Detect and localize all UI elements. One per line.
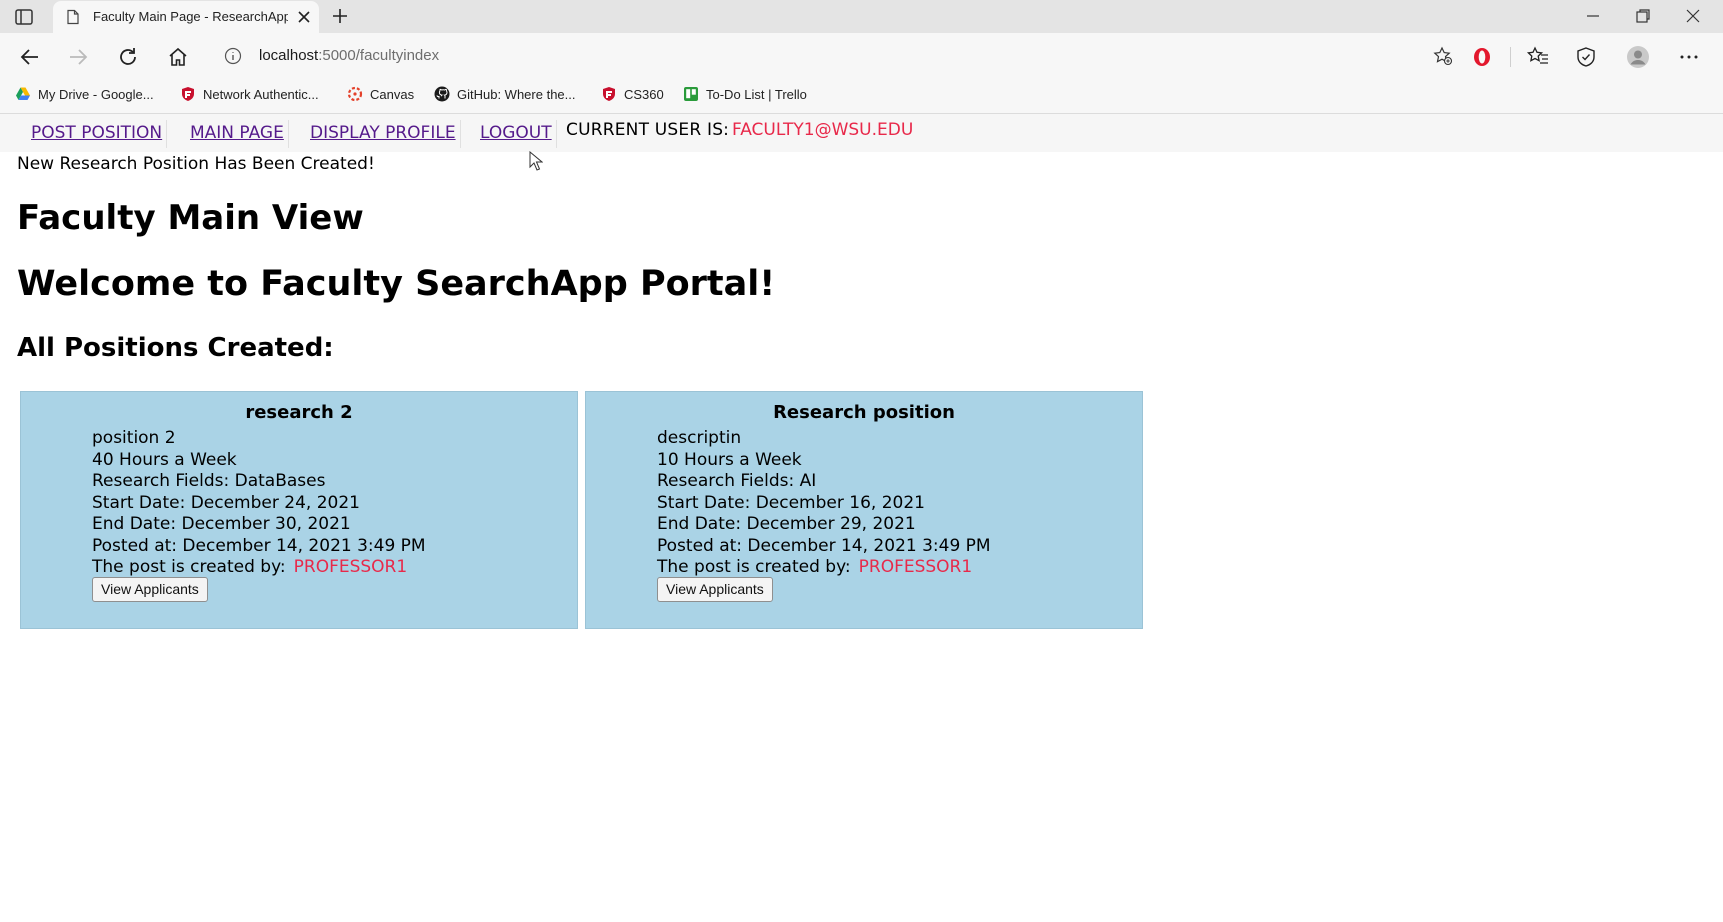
browser-tab-active[interactable]: Faculty Main Page - ResearchApp <box>53 1 319 33</box>
profile-avatar-icon[interactable] <box>1626 45 1650 69</box>
mouse-cursor-icon <box>529 151 543 171</box>
position-hours: 10 Hours a Week <box>657 449 802 470</box>
created-by-label: The post is created by: <box>657 557 851 577</box>
page-title: Faculty Main View <box>17 198 364 238</box>
nav-display-profile[interactable]: DISPLAY PROFILE <box>306 120 461 148</box>
info-icon[interactable] <box>224 47 242 65</box>
address-bar[interactable]: localhost:5000/facultyindex <box>212 39 1467 73</box>
position-hours: 40 Hours a Week <box>92 449 237 470</box>
position-posted-at: Posted at: December 14, 2021 3:49 PM <box>657 535 991 556</box>
position-card: research 2 position 2 40 Hours a Week Re… <box>20 391 578 629</box>
position-description: descriptin <box>657 428 742 448</box>
browser-toolbar: localhost:5000/facultyindex My Drive - G… <box>0 33 1723 113</box>
view-applicants-button[interactable]: View Applicants <box>657 577 773 602</box>
position-fields: Research Fields: DataBases <box>92 471 326 491</box>
refresh-icon[interactable] <box>116 45 140 69</box>
google-drive-icon <box>16 87 30 100</box>
positions-heading: All Positions Created: <box>17 333 334 363</box>
position-created-by: The post is created by: PROFESSOR1 <box>92 557 426 579</box>
address-url[interactable]: localhost:5000/facultyindex <box>259 47 439 64</box>
bookmark-label: Canvas <box>370 86 415 102</box>
close-window-icon[interactable] <box>1683 6 1703 26</box>
position-start-date: Start Date: December 16, 2021 <box>657 492 925 513</box>
trello-icon <box>684 87 698 101</box>
add-favorite-icon[interactable] <box>1433 46 1453 66</box>
bookmark-canvas[interactable]: Canvas <box>347 85 414 103</box>
flash-message: New Research Position Has Been Created! <box>17 154 375 174</box>
current-user-email: FACULTY1@WSU.EDU <box>732 120 914 140</box>
position-created-by: The post is created by: PROFESSOR1 <box>657 557 991 579</box>
bookmark-my-drive[interactable]: My Drive - Google... <box>15 85 154 103</box>
nav-main-page[interactable]: MAIN PAGE <box>186 120 289 148</box>
home-icon[interactable] <box>166 45 190 69</box>
created-by-user: PROFESSOR1 <box>858 557 973 577</box>
position-fields: Research Fields: AI <box>657 471 817 491</box>
position-end-date: End Date: December 30, 2021 <box>92 514 351 534</box>
back-icon[interactable] <box>18 45 42 69</box>
created-by-label: The post is created by: <box>92 557 286 577</box>
welcome-heading: Welcome to Faculty SearchApp Portal! <box>17 264 776 304</box>
close-tab-icon[interactable] <box>294 7 314 27</box>
position-title: research 2 <box>245 402 353 423</box>
shield-icon <box>182 87 194 101</box>
favorites-icon[interactable] <box>1526 45 1550 69</box>
bookmark-label: GitHub: Where the... <box>457 86 576 102</box>
position-title: Research position <box>773 402 955 423</box>
browser-essentials-icon[interactable] <box>1574 45 1598 69</box>
toolbar-divider <box>1510 47 1511 67</box>
created-by-user: PROFESSOR1 <box>293 557 408 577</box>
shield-icon <box>603 87 615 101</box>
bookmark-label: Network Authentic... <box>203 86 319 102</box>
minimize-icon[interactable] <box>1583 6 1603 26</box>
url-path: :5000/facultyindex <box>318 47 440 64</box>
position-posted-at: Posted at: December 14, 2021 3:49 PM <box>92 535 426 556</box>
canvas-icon <box>347 86 363 102</box>
bookmark-label: To-Do List | Trello <box>706 86 807 102</box>
tab-title: Faculty Main Page - ResearchApp <box>93 9 288 24</box>
bookmark-github[interactable]: GitHub: Where the... <box>434 85 576 103</box>
bookmark-network-auth[interactable]: Network Authentic... <box>180 85 319 103</box>
nav-logout[interactable]: LOGOUT <box>476 120 557 148</box>
bookmarks-bar: My Drive - Google... Network Authentic..… <box>0 79 1723 107</box>
tab-strip: Faculty Main Page - ResearchApp <box>0 0 1723 33</box>
bookmark-cs360[interactable]: CS360 <box>601 85 664 103</box>
position-start-date: Start Date: December 24, 2021 <box>92 492 360 513</box>
forward-icon[interactable] <box>66 45 90 69</box>
view-applicants-button[interactable]: View Applicants <box>92 577 208 602</box>
tab-actions-icon[interactable] <box>14 7 34 27</box>
page-icon <box>67 9 79 25</box>
bookmark-label: My Drive - Google... <box>38 86 154 102</box>
github-icon <box>434 86 450 102</box>
opera-extension-icon[interactable] <box>1470 45 1494 69</box>
position-description: position 2 <box>92 428 176 448</box>
current-user-label: CURRENT USER IS: <box>566 120 730 140</box>
position-end-date: End Date: December 29, 2021 <box>657 514 916 534</box>
bookmark-label: CS360 <box>624 86 664 102</box>
new-tab-icon[interactable] <box>330 6 350 26</box>
restore-icon[interactable] <box>1633 6 1653 26</box>
url-host: localhost <box>259 47 319 64</box>
bookmark-trello[interactable]: To-Do List | Trello <box>683 85 807 103</box>
more-options-icon[interactable] <box>1677 45 1701 69</box>
nav-post-position[interactable]: POST POSITION <box>27 120 168 148</box>
position-card: Research position descriptin 10 Hours a … <box>585 391 1143 629</box>
